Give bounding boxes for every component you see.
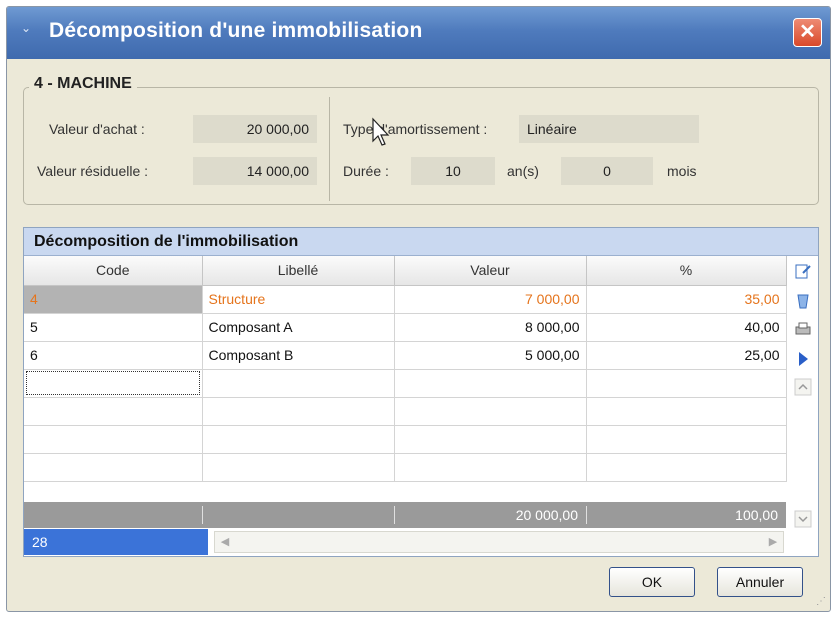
asset-info-group <box>23 87 819 205</box>
system-menu-icon[interactable]: ⌄ <box>21 21 31 35</box>
cell-libelle[interactable]: Structure <box>202 285 395 314</box>
table-header-row: Code Libellé Valeur % <box>24 256 787 286</box>
components-table: Code Libellé Valeur % 4 Structure 7 000,… <box>24 256 787 482</box>
cell-empty[interactable] <box>586 453 787 482</box>
column-header-code[interactable]: Code <box>24 256 203 286</box>
residual-value-label: Valeur résiduelle : <box>37 163 149 179</box>
dialog-window: ⌄ Décomposition d'une immobilisation ✕ 4… <box>6 6 831 612</box>
duration-months-field: 0 <box>561 157 653 185</box>
cell-empty[interactable] <box>394 425 587 454</box>
table-row-empty[interactable] <box>24 453 787 482</box>
title-bar[interactable]: ⌄ Décomposition d'une immobilisation ✕ <box>7 7 830 59</box>
scroll-up-icon[interactable] <box>793 378 813 398</box>
print-icon[interactable] <box>793 320 813 340</box>
cell-empty[interactable] <box>24 425 203 454</box>
group-divider <box>329 97 330 201</box>
cell-empty[interactable] <box>586 425 787 454</box>
cell-percent[interactable]: 35,00 <box>586 285 787 314</box>
cell-empty[interactable] <box>202 369 395 398</box>
cell-code[interactable]: 4 <box>24 285 203 314</box>
scroll-down-icon[interactable] <box>793 510 813 530</box>
ok-button[interactable]: OK <box>609 567 695 597</box>
table-row[interactable]: 6 Composant B 5 000,00 25,00 <box>24 341 787 370</box>
table-row-empty[interactable] <box>24 425 787 454</box>
duration-label: Durée : <box>343 163 389 179</box>
cell-percent[interactable]: 40,00 <box>586 313 787 342</box>
column-header-valeur[interactable]: Valeur <box>394 256 587 286</box>
grid-caption: Décomposition de l'immobilisation <box>24 228 818 256</box>
delete-icon[interactable] <box>793 292 813 312</box>
table-row-empty[interactable] <box>24 369 787 398</box>
scroll-right-icon[interactable]: ▶ <box>765 534 781 550</box>
cancel-button[interactable]: Annuler <box>717 567 803 597</box>
cell-empty[interactable] <box>202 397 395 426</box>
cell-empty[interactable] <box>24 453 203 482</box>
total-percent: 100,00 <box>735 507 778 523</box>
cell-empty[interactable] <box>394 453 587 482</box>
cell-empty[interactable] <box>24 397 203 426</box>
totals-separator <box>202 506 203 524</box>
horizontal-scrollbar[interactable]: ◀ ▶ <box>214 531 784 553</box>
table-row-empty[interactable] <box>24 397 787 426</box>
depreciation-type-field: Linéaire <box>519 115 699 143</box>
cell-valeur[interactable]: 8 000,00 <box>394 313 587 342</box>
edit-icon[interactable] <box>793 262 813 282</box>
record-counter: 28 <box>24 529 208 555</box>
cell-code[interactable]: 6 <box>24 341 203 370</box>
cell-empty[interactable] <box>586 397 787 426</box>
cell-empty[interactable] <box>586 369 787 398</box>
play-icon[interactable] <box>793 350 813 370</box>
cell-libelle[interactable]: Composant B <box>202 341 395 370</box>
grid-toolbar <box>790 258 816 558</box>
group-title: 4 - MACHINE <box>29 75 137 93</box>
residual-value-field: 14 000,00 <box>193 157 317 185</box>
grid-footer: 28 ◀ ▶ <box>24 529 818 555</box>
resize-grip-icon[interactable]: ⋰ <box>816 596 826 607</box>
cell-code[interactable]: 5 <box>24 313 203 342</box>
purchase-value-field: 20 000,00 <box>193 115 317 143</box>
column-header-libelle[interactable]: Libellé <box>202 256 395 286</box>
cell-valeur[interactable]: 7 000,00 <box>394 285 587 314</box>
mouse-cursor-icon <box>372 117 390 146</box>
cell-empty[interactable] <box>202 425 395 454</box>
cell-code-focused[interactable] <box>24 369 203 398</box>
depreciation-type-label: Type d'amortissement : <box>343 121 488 137</box>
close-button[interactable]: ✕ <box>793 18 822 47</box>
scroll-left-icon[interactable]: ◀ <box>217 534 233 550</box>
duration-years-field: 10 <box>411 157 495 185</box>
column-header-percent[interactable]: % <box>586 256 787 286</box>
months-unit-label: mois <box>667 163 697 179</box>
years-unit-label: an(s) <box>507 163 539 179</box>
cell-libelle[interactable]: Composant A <box>202 313 395 342</box>
totals-row: 20 000,00 100,00 <box>24 502 786 528</box>
table-row[interactable]: 4 Structure 7 000,00 35,00 <box>24 285 787 314</box>
decomposition-grid: Décomposition de l'immobilisation Code L… <box>23 227 819 557</box>
cell-empty[interactable] <box>394 369 587 398</box>
total-valeur: 20 000,00 <box>515 507 578 523</box>
cell-empty[interactable] <box>394 397 587 426</box>
purchase-value-label: Valeur d'achat : <box>49 121 145 137</box>
cell-valeur[interactable]: 5 000,00 <box>394 341 587 370</box>
cell-percent[interactable]: 25,00 <box>586 341 787 370</box>
cell-empty[interactable] <box>202 453 395 482</box>
table-row[interactable]: 5 Composant A 8 000,00 40,00 <box>24 313 787 342</box>
dialog-title: Décomposition d'une immobilisation <box>49 19 423 42</box>
